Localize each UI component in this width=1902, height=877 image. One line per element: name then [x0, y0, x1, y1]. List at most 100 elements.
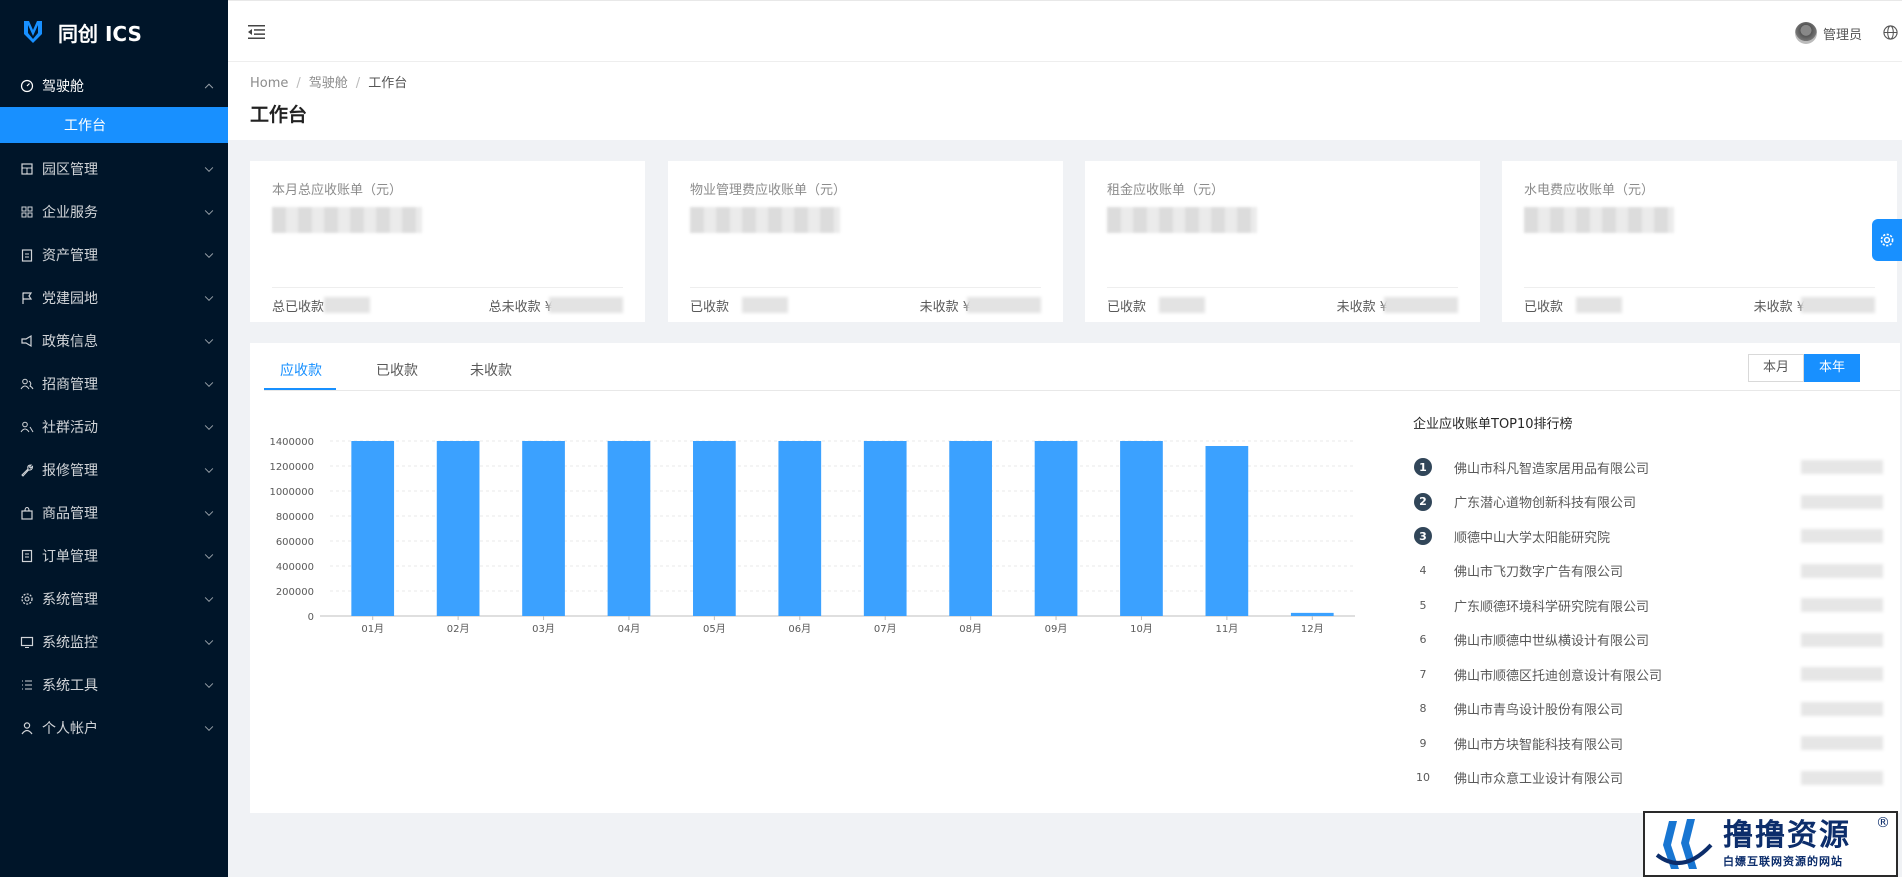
sidebar-item-0[interactable]: 驾驶舱: [0, 64, 228, 107]
period-month-button[interactable]: 本月: [1747, 354, 1804, 382]
y-tick-label: 800000: [276, 512, 314, 523]
card-footer: 总已收款 总未收款 ¥: [272, 296, 623, 315]
company-name: 佛山市顺德区托迪创意设计有限公司: [1454, 668, 1663, 684]
sidebar-item-13[interactable]: 系统工具: [0, 663, 228, 706]
y-tick-label: 1200000: [269, 462, 314, 473]
rank-number: 10: [1416, 771, 1430, 785]
chevron-down-icon: [204, 464, 214, 473]
sidebar-item-11[interactable]: 系统管理: [0, 577, 228, 620]
rank-number: 3: [1414, 527, 1432, 546]
top10-ranking: 企业应收账单TOP10排行榜 1 佛山市科凡智造家居用品有限公司 2 广东潜心道物创新…: [1413, 413, 1883, 795]
x-tick-label: 11月: [1216, 623, 1239, 635]
rank-number: 7: [1419, 667, 1427, 681]
bar-07月: [863, 441, 907, 616]
sidebar-item-7[interactable]: 社群活动: [0, 405, 228, 448]
grid-icon: [21, 206, 33, 217]
rank-number: 2: [1414, 492, 1432, 511]
chevron-down-icon: [204, 421, 214, 430]
x-tick-label: 12月: [1301, 623, 1324, 635]
sidebar-item-9[interactable]: 商品管理: [0, 491, 228, 534]
page-header: Home / 驾驶舱 / 工作台 工作台: [228, 62, 1902, 140]
card-title: 本月总应收账单（元）: [272, 183, 403, 198]
sidebar-item-label: 政策信息: [42, 333, 98, 350]
y-tick-label: 400000: [276, 562, 314, 573]
globe-icon[interactable]: [1883, 25, 1898, 40]
period-switch: 本月 本年: [1747, 354, 1860, 382]
card-title: 物业管理费应收账单（元）: [690, 183, 847, 198]
settings-drawer-button[interactable]: [1872, 219, 1902, 261]
sidebar-item-label: 个人帐户: [42, 720, 98, 737]
unreceived-value-redacted: [1384, 297, 1458, 313]
ranking-row: 3 顺德中山大学太阳能研究院: [1413, 519, 1883, 554]
sidebar-item-label: 驾驶舱: [42, 78, 84, 95]
unreceived-label: 未收款 ¥: [1753, 300, 1805, 315]
received-value-redacted: [742, 297, 788, 313]
ranking-row: 6 佛山市顺德中世纵横设计有限公司: [1413, 623, 1883, 658]
user-menu[interactable]: 管理员: [1794, 22, 1862, 44]
ranking-row: 5 广东顺德环境科学研究院有限公司: [1413, 588, 1883, 623]
x-tick-label: 08月: [959, 623, 982, 635]
chevron-down-icon: [204, 292, 214, 301]
company-name: 佛山市科凡智造家居用品有限公司: [1454, 461, 1650, 477]
sidebar-item-10[interactable]: 订单管理: [0, 534, 228, 577]
sidebar-item-8[interactable]: 报修管理: [0, 448, 228, 491]
app-logo[interactable]: 同创 ICS: [0, 0, 228, 64]
x-tick-label: 10月: [1130, 623, 1153, 635]
unreceived-label: 未收款 ¥: [919, 300, 971, 315]
sidebar-item-4[interactable]: 党建园地: [0, 276, 228, 319]
app-name: 同创 ICS: [58, 21, 142, 46]
divider: [1107, 287, 1458, 288]
document-icon: [21, 549, 33, 562]
sidebar-item-5[interactable]: 政策信息: [0, 319, 228, 362]
bar-08月: [949, 441, 992, 616]
sidebar-subitem-workbench[interactable]: 工作台: [0, 107, 228, 143]
breadcrumb-cockpit[interactable]: 驾驶舱: [309, 76, 348, 91]
bar-03月: [522, 441, 565, 616]
sidebar-item-6[interactable]: 招商管理: [0, 362, 228, 405]
chevron-down-icon: [204, 636, 214, 645]
ranking-row: 1 佛山市科凡智造家居用品有限公司: [1413, 450, 1883, 485]
gear-icon: [21, 592, 33, 605]
breadcrumb-home[interactable]: Home: [250, 76, 288, 91]
breadcrumb-current: 工作台: [368, 76, 408, 91]
received-value-redacted: [1576, 297, 1622, 313]
sidebar-item-2[interactable]: 企业服务: [0, 190, 228, 233]
sidebar-item-3[interactable]: 资产管理: [0, 233, 228, 276]
sidebar-item-14[interactable]: 个人帐户: [0, 706, 228, 749]
chevron-down-icon: [204, 206, 214, 215]
ranking-row: 8 佛山市青鸟设计股份有限公司: [1413, 692, 1883, 727]
receivables-tabs: 应收款 已收款 未收款 本月 本年: [264, 343, 1900, 391]
tab-unreceived[interactable]: 未收款: [470, 360, 512, 380]
received-value-redacted: [324, 297, 370, 313]
stat-card: 本月总应收账单（元） 总已收款 总未收款 ¥: [250, 161, 645, 322]
company-name: 佛山市飞刀数字广告有限公司: [1454, 565, 1624, 581]
amount-redacted: [1801, 529, 1883, 543]
wrench-icon: [21, 463, 34, 477]
sidebar-item-label: 社群活动: [42, 419, 98, 436]
tab-receivable[interactable]: 应收款: [280, 360, 322, 380]
monitor-icon: [20, 636, 34, 648]
sidebar-item-label: 系统工具: [42, 677, 98, 694]
period-year-button[interactable]: 本年: [1803, 354, 1860, 382]
rank-number: 9: [1419, 736, 1427, 750]
divider: [272, 287, 623, 288]
menu-fold-icon[interactable]: [248, 25, 265, 39]
company-name: 佛山市顺德中世纵横设计有限公司: [1454, 634, 1650, 650]
company-name: 广东顺德环境科学研究院有限公司: [1454, 599, 1650, 615]
rank-number: 1: [1414, 458, 1432, 477]
rank-number: 4: [1419, 564, 1427, 578]
sidebar-item-12[interactable]: 系统监控: [0, 620, 228, 663]
chevron-down-icon: [204, 507, 214, 516]
amount-redacted: [1801, 460, 1883, 474]
received-label: 已收款: [1107, 300, 1147, 315]
y-tick-label: 1000000: [269, 487, 314, 498]
chevron-down-icon: [204, 550, 214, 559]
sidebar-menu: 驾驶舱工作台园区管理 企业服务资产管理党建园地政策信息招商管理社群活动报修管理 商品…: [0, 64, 228, 749]
tab-received[interactable]: 已收款: [376, 360, 418, 380]
user-name: 管理员: [1822, 27, 1862, 43]
sidebar-item-label: 资产管理: [42, 247, 98, 264]
sidebar-item-1[interactable]: 园区管理: [0, 147, 228, 190]
amount-redacted: [1801, 494, 1883, 509]
sidebar-item-label: 系统管理: [42, 591, 98, 608]
receivables-panel: 应收款 已收款 未收款 本月 本年 0 200000 400000 600000 800…: [250, 343, 1900, 813]
